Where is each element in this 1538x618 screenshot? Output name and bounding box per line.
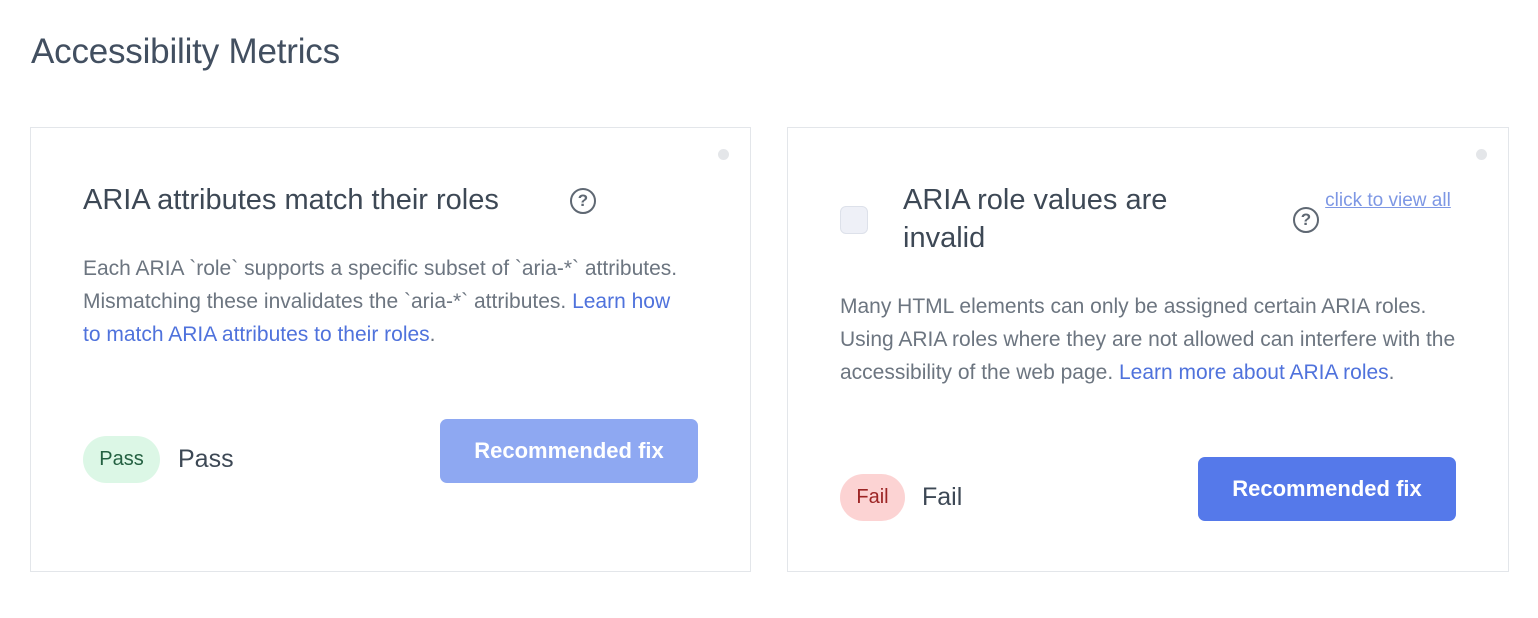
status-text: Fail: [922, 483, 963, 511]
page-title: Accessibility Metrics: [31, 32, 340, 71]
card-description: Each ARIA `role` supports a specific sub…: [83, 252, 693, 351]
view-all-link[interactable]: click to view all: [1323, 185, 1453, 217]
card-title: ARIA attributes match their roles: [83, 184, 499, 216]
status-dot: [1476, 149, 1487, 160]
question-circle-icon[interactable]: ?: [570, 188, 596, 214]
recommended-fix-button[interactable]: Recommended fix: [1198, 457, 1456, 521]
description-suffix: .: [429, 323, 436, 346]
card-title: ARIA role values are invalid: [903, 184, 1168, 254]
recommended-fix-button[interactable]: Recommended fix: [440, 419, 698, 483]
pass-badge: Pass: [83, 436, 160, 483]
card-description: Many HTML elements can only be assigned …: [840, 290, 1465, 389]
metric-card-aria-roles: ARIA role values are invalid ? click to …: [787, 127, 1509, 572]
fail-badge: Fail: [840, 474, 905, 521]
description-suffix: .: [1388, 361, 1395, 384]
status-text: Pass: [178, 445, 234, 473]
question-circle-icon[interactable]: ?: [1293, 207, 1319, 233]
status-dot: [718, 149, 729, 160]
learn-more-link[interactable]: Learn more about ARIA roles: [1119, 361, 1389, 384]
select-checkbox[interactable]: [840, 206, 868, 234]
metric-card-aria-attributes: ARIA attributes match their roles ? Each…: [30, 127, 751, 572]
